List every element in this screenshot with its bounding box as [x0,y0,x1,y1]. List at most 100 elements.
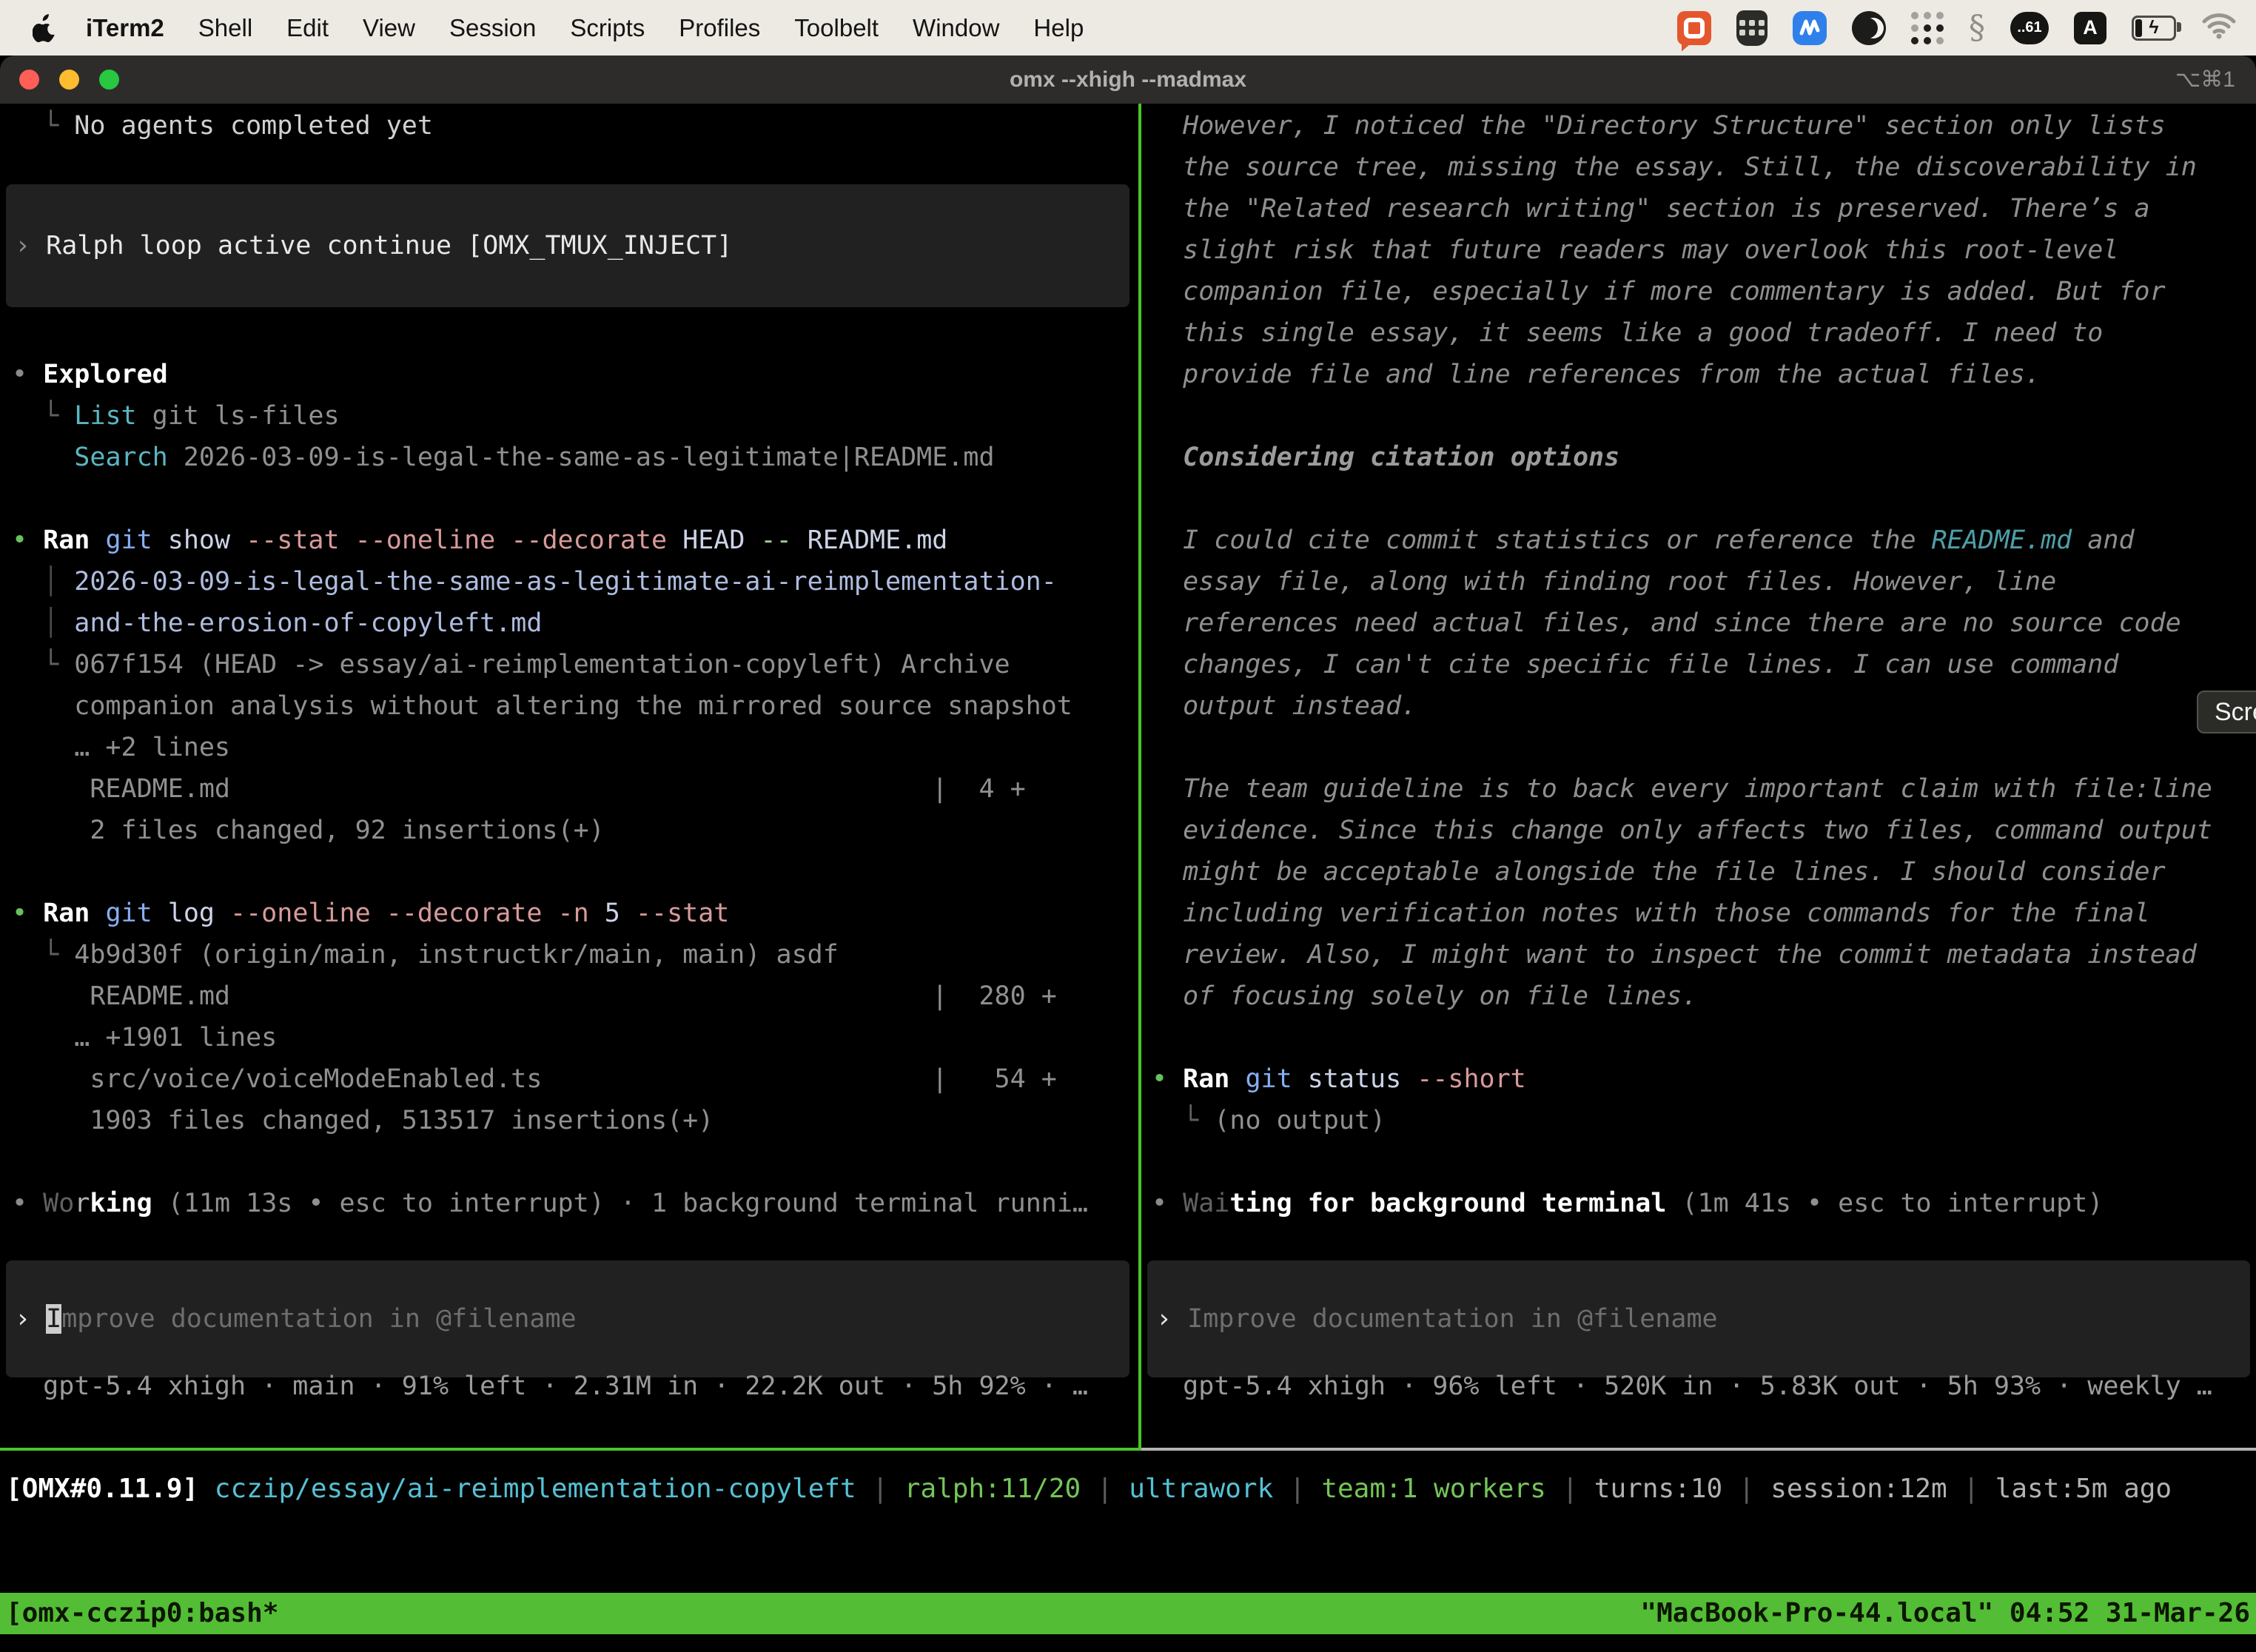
menu-profiles[interactable]: Profiles [679,14,760,42]
terminal-line: └ (no output) [1152,1100,2256,1141]
terminal-line: • Ran git log --oneline --decorate -n 5 … [12,893,1138,934]
terminal-line: changes, I can't cite specific file line… [1152,644,2256,685]
terminal-line: I could cite commit statistics or refere… [1152,520,2256,561]
menu-scripts[interactable]: Scripts [570,14,645,42]
terminal-line [1152,478,2256,520]
terminal-line: └ 4b9d30f (origin/main, instructkr/main,… [12,934,1138,976]
iterm-window: omx --xhigh --madmax ⌥⌘1 └ No agents com… [0,56,2256,1652]
menu-window[interactable]: Window [913,14,999,42]
terminal-line [12,312,1138,354]
terminal-line: • Waiting for background terminal (1m 41… [1152,1183,2256,1224]
terminal-line: README.md | 4 + [12,768,1138,810]
close-button[interactable] [19,70,39,90]
terminal-line: 2 files changed, 92 insertions(+) [12,810,1138,851]
squiggle-icon[interactable]: § [1969,9,1985,47]
left-pane[interactable]: └ No agents completed yet • Explored └ Li… [0,104,1138,1449]
terminal-line: output instead. [1152,685,2256,727]
menu-session[interactable]: Session [449,14,536,42]
terminal-line: provide file and line references from th… [1152,354,2256,395]
tmux-host-clock: "MacBook-Pro-44.local" 04:52 31-Mar-26 [1640,1593,2250,1634]
inactive-pane-border [1141,1448,2256,1451]
right-pane-rows: However, I noticed the "Directory Struct… [1141,104,2256,1224]
zoom-button[interactable] [99,70,119,90]
terminal-line: … +1901 lines [12,1017,1138,1058]
menu-items: iTerm2 Shell Edit View Session Scripts Profile… [86,14,1118,42]
terminal-line [12,851,1138,893]
charging-bolt-icon: ϟ [2149,19,2158,37]
menu-iterm2[interactable]: iTerm2 [86,14,164,42]
shield-grid-icon[interactable] [1736,10,1767,46]
menu-help[interactable]: Help [1033,14,1084,42]
terminal-line: └ No agents completed yet [12,105,1138,147]
terminal-line: └ 067f154 (HEAD -> essay/ai-reimplementa… [12,644,1138,685]
terminal-line: └ List git ls-files [12,395,1138,437]
chat-app-icon[interactable] [1677,11,1711,45]
menu-status-icons: § ..61 A ϟ [1677,9,2237,47]
active-pane-border [0,1448,1141,1451]
terminal-line: references need actual files, and since … [1152,602,2256,644]
menu-view[interactable]: View [363,14,415,42]
battery-icon[interactable]: ϟ [2132,16,2176,41]
terminal-line: • Ran git show --stat --oneline --decora… [12,520,1138,561]
terminal-line: • Ran git status --short [1152,1058,2256,1100]
terminal-line: README.md | 280 + [12,976,1138,1017]
menu-bar: iTerm2 Shell Edit View Session Scripts Profile… [0,0,2256,56]
right-prompt-input[interactable]: › Improve documentation in @filename [1147,1260,2250,1377]
apple-menu-icon[interactable] [33,14,56,42]
omx-status-line: [OMX#0.11.9] cczip/essay/ai-reimplementa… [0,1468,2172,1510]
right-prompt-text: › Improve documentation in @filename [1147,1298,1718,1340]
minimize-button[interactable] [59,70,79,90]
title-bar[interactable]: omx --xhigh --madmax ⌥⌘1 [0,56,2256,104]
screen-tooltip: Scre [2197,691,2256,733]
terminal-line [12,478,1138,520]
terminal-line: 1903 files changed, 513517 insertions(+) [12,1100,1138,1141]
terminal-line: • Explored [12,354,1138,395]
left-model-status: gpt-5.4 xhigh · main · 91% left · 2.31M … [0,1366,1088,1407]
terminal-line: the source tree, missing the essay. Stil… [1152,147,2256,188]
menu-toolbelt[interactable]: Toolbelt [794,14,879,42]
terminal-line: src/voice/voiceModeEnabled.ts | 54 + [12,1058,1138,1100]
left-command-box[interactable]: › Ralph loop active continue [OMX_TMUX_I… [6,184,1129,307]
terminal-line: review. Also, I might want to inspect th… [1152,934,2256,976]
terminal-content: └ No agents completed yet • Explored └ Li… [0,104,2256,1652]
terminal-line [12,1141,1138,1183]
menu-shell[interactable]: Shell [198,14,252,42]
left-prompt-input[interactable]: › Improve documentation in @filename [6,1260,1129,1377]
pane-divider[interactable] [1138,104,1141,1449]
terminal-line [1152,1017,2256,1058]
terminal-line: including verification notes with those … [1152,893,2256,934]
tmux-session-label: [omx-cczip0:bash* [6,1593,278,1634]
crescent-icon[interactable] [1852,11,1886,45]
terminal-line [1152,1141,2256,1183]
terminal-line: the "Related research writing" section i… [1152,188,2256,229]
counter-badge-icon[interactable]: ..61 [2010,12,2049,44]
terminal-line [1152,395,2256,437]
terminal-line [1152,727,2256,768]
terminal-line: might be acceptable alongside the file l… [1152,851,2256,893]
menu-edit[interactable]: Edit [286,14,329,42]
wifi-icon[interactable] [2201,11,2237,45]
terminal-line: companion analysis without altering the … [12,685,1138,727]
right-pane[interactable]: However, I noticed the "Directory Struct… [1141,104,2256,1449]
terminal-line: essay file, along with finding root file… [1152,561,2256,602]
window-shortcut-hint: ⌥⌘1 [2175,67,2235,93]
terminal-line: The team guideline is to back every impo… [1152,768,2256,810]
left-command-text: › Ralph loop active continue [OMX_TMUX_I… [6,225,732,266]
terminal-line: │ 2026-03-09-is-legal-the-same-as-legiti… [12,561,1138,602]
window-title: omx --xhigh --madmax [1010,67,1246,93]
terminal-line: … +2 lines [12,727,1138,768]
terminal-line: • Working (11m 13s • esc to interrupt) ·… [12,1183,1138,1224]
blue-badge-icon[interactable] [1793,11,1827,45]
terminal-line: evidence. Since this change only affects… [1152,810,2256,851]
terminal-line: companion file, especially if more comme… [1152,271,2256,312]
terminal-line [12,147,1138,188]
terminal-line: Considering citation options [1152,437,2256,478]
dots-grid-icon[interactable] [1911,12,1944,44]
left-prompt-text: › Improve documentation in @filename [6,1298,577,1340]
traffic-lights [19,70,119,90]
terminal-line: Search 2026-03-09-is-legal-the-same-as-l… [12,437,1138,478]
input-source-icon[interactable]: A [2074,12,2106,44]
right-model-status: gpt-5.4 xhigh · 96% left · 520K in · 5.8… [1141,1366,2212,1407]
terminal-line: │ and-the-erosion-of-copyleft.md [12,602,1138,644]
terminal-line: However, I noticed the "Directory Struct… [1152,105,2256,147]
